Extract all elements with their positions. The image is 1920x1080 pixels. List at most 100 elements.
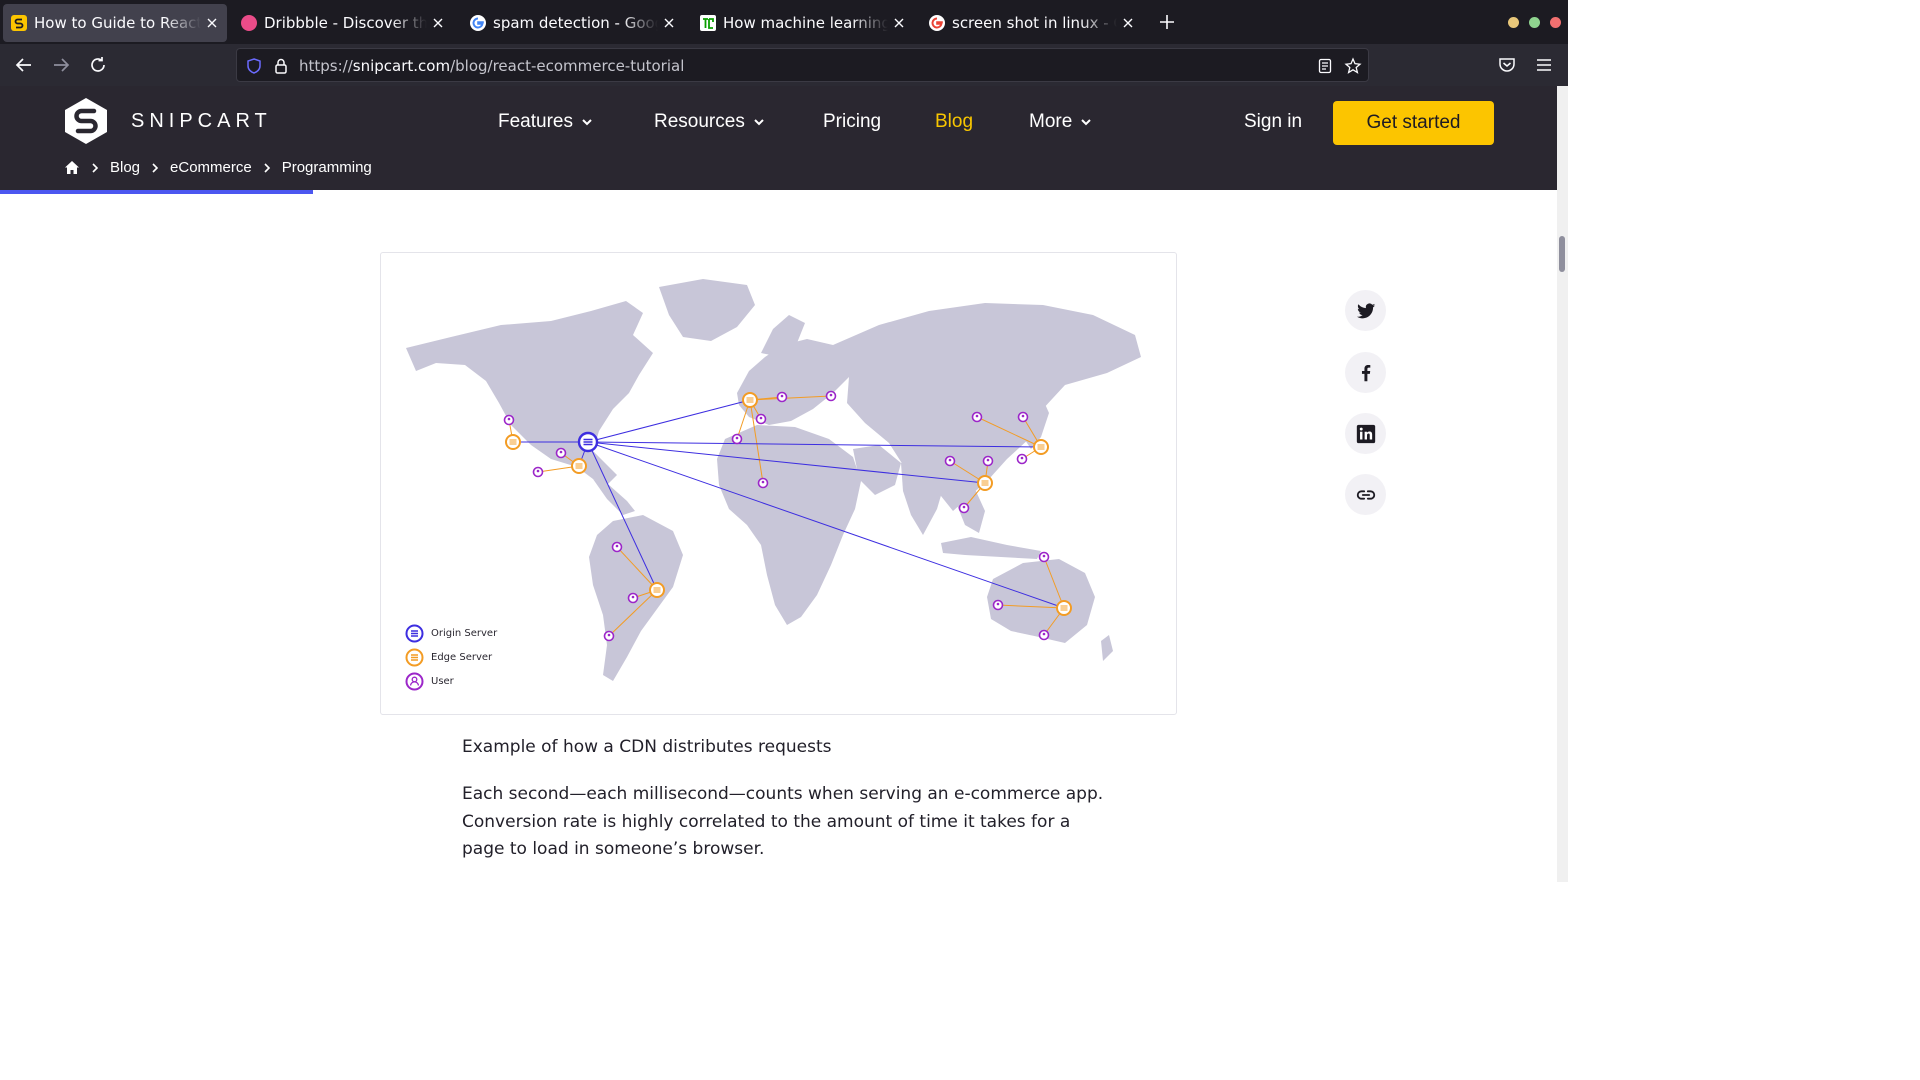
close-window-button[interactable] (1550, 17, 1561, 28)
user-node-head (631, 595, 635, 599)
back-arrow-icon[interactable] (14, 55, 34, 75)
legend-user-label: User (431, 675, 454, 687)
user-node-head (507, 417, 511, 421)
edge-user-link (749, 399, 764, 484)
dribbble-favicon (241, 15, 257, 31)
edge-user-link (997, 604, 1065, 609)
user-node-head (986, 458, 990, 462)
figure-caption: Example of how a CDN distributes request… (462, 737, 832, 757)
edge-user-link (616, 546, 658, 591)
breadcrumb: Blog eCommerce Programming (64, 159, 372, 176)
close-icon[interactable] (662, 16, 676, 30)
chevron-down-icon (754, 119, 764, 126)
lock-icon[interactable] (272, 57, 290, 75)
reader-view-icon[interactable] (1316, 57, 1334, 75)
reading-progress-bar (0, 190, 313, 194)
tab-react-guide[interactable]: How to Guide to React E-commerce (3, 4, 227, 42)
snipcart-logo[interactable] (63, 97, 109, 145)
legend-edge-label: Edge Server (431, 651, 493, 663)
share-linkedin-button[interactable] (1345, 413, 1386, 454)
nav-features-label: Features (498, 111, 573, 132)
pocket-icon[interactable] (1497, 55, 1517, 75)
tab-title: How to Guide to React E-commerce (34, 14, 201, 32)
browser-toolbar: https://snipcart.com/blog/react-ecommerc… (0, 44, 1568, 86)
close-icon[interactable] (431, 16, 445, 30)
url-host: snipcart.com (352, 57, 451, 75)
close-icon[interactable] (205, 16, 219, 30)
copy-link-button[interactable] (1345, 474, 1386, 515)
edge-user-link (976, 416, 1042, 448)
cdn-map-figure: Origin Server Edge Server User (380, 252, 1177, 715)
linkedin-icon (1356, 424, 1375, 443)
legend-origin-label: Origin Server (431, 627, 498, 639)
user-node-head (615, 544, 619, 548)
browser-tab-strip: How to Guide to React E-commerce Dribbbl… (0, 0, 1568, 44)
user-node-head (607, 633, 611, 637)
nav-resources-label: Resources (654, 111, 745, 132)
share-facebook-button[interactable] (1345, 352, 1386, 393)
user-icon (405, 672, 424, 690)
user-node-head (829, 393, 833, 397)
tab-screenshot-linux[interactable]: screen shot in linux - Google Search (921, 4, 1143, 42)
legend-edge: Edge Server (405, 645, 497, 669)
window-controls (1508, 17, 1561, 28)
snipcart-favicon (11, 15, 27, 31)
nav-pricing-label: Pricing (823, 111, 882, 132)
reload-icon[interactable] (88, 55, 108, 75)
tc-favicon (700, 15, 716, 31)
minimize-button[interactable] (1508, 17, 1519, 28)
brand-name[interactable]: SNIPCART (131, 110, 272, 133)
nav-blog-label: Blog (935, 111, 974, 132)
url-text[interactable]: https://snipcart.com/blog/react-ecommerc… (299, 57, 684, 75)
user-node-head (1042, 554, 1046, 558)
google-favicon (929, 15, 945, 31)
maximize-button[interactable] (1529, 17, 1540, 28)
menu-icon[interactable] (1534, 55, 1554, 75)
user-node-head (759, 416, 763, 420)
legend-user: User (405, 669, 497, 693)
tab-title: screen shot in linux - Google Search (952, 14, 1117, 32)
shield-icon[interactable] (245, 57, 263, 75)
tab-spam-detection[interactable]: spam detection - Google Search (462, 4, 684, 42)
home-icon[interactable] (64, 160, 80, 175)
user-node-head (536, 469, 540, 473)
chevron-down-icon (582, 119, 592, 126)
scrollbar-thumb[interactable] (1559, 236, 1565, 272)
breadcrumb-ecommerce[interactable]: eCommerce (170, 159, 252, 176)
user-node-head (761, 480, 765, 484)
address-bar[interactable]: https://snipcart.com/blog/react-ecommerc… (236, 48, 1369, 82)
nav-features[interactable]: Features (498, 111, 593, 133)
user-node-head (962, 505, 966, 509)
user-node-head (948, 458, 952, 462)
user-node-head (735, 436, 739, 440)
bookmark-star-icon[interactable] (1344, 57, 1362, 75)
close-icon[interactable] (892, 16, 906, 30)
tab-machine-learning[interactable]: How machine learning removes spam (692, 4, 914, 42)
nav-blog[interactable]: Blog (935, 111, 973, 133)
site-header: SNIPCART Features Resources Pricing Blog… (0, 86, 1557, 190)
get-started-button[interactable]: Get started (1333, 101, 1494, 145)
share-twitter-button[interactable] (1345, 290, 1386, 331)
breadcrumb-programming[interactable]: Programming (282, 159, 372, 176)
nav-resources[interactable]: Resources (654, 111, 765, 133)
nav-more[interactable]: More (1029, 111, 1092, 133)
sign-in-link[interactable]: Sign in (1244, 111, 1302, 133)
user-node-head (1042, 632, 1046, 636)
user-node-head (559, 450, 563, 454)
nav-pricing[interactable]: Pricing (823, 111, 881, 133)
tab-dribbble[interactable]: Dribbble - Discover the World’s Top Desi… (233, 4, 453, 42)
user-node-head (780, 394, 784, 398)
close-icon[interactable] (1121, 16, 1135, 30)
legend-origin: Origin Server (405, 621, 497, 645)
page-scrollbar[interactable] (1557, 86, 1568, 882)
chevron-right-icon (264, 162, 270, 173)
new-tab-icon[interactable] (1158, 13, 1176, 31)
cdn-network-overlay (503, 390, 1072, 642)
url-path: /blog/react-ecommerce-tutorial (450, 57, 685, 75)
paragraph-line: page to load in someone’s browser. (462, 839, 765, 859)
facebook-icon (1361, 364, 1370, 381)
breadcrumb-blog[interactable]: Blog (110, 159, 140, 176)
forward-arrow-icon[interactable] (51, 55, 71, 75)
user-node-head (1020, 456, 1024, 460)
google-favicon (470, 15, 486, 31)
